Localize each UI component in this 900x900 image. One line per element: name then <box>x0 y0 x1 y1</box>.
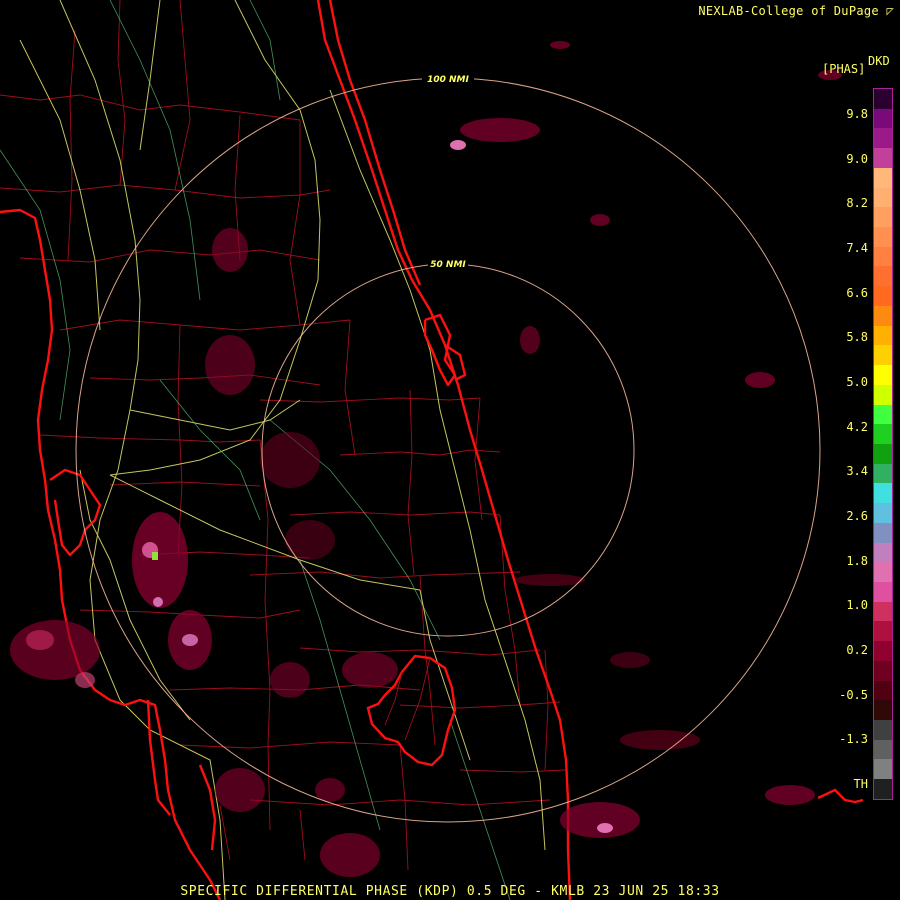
color-scale-segment <box>874 325 892 346</box>
color-scale-segment <box>874 700 892 720</box>
color-scale-segment <box>874 562 892 582</box>
color-scale-segment <box>874 404 892 425</box>
credit-text: NEXLAB-College of DuPage <box>698 4 879 18</box>
color-scale-segment <box>874 108 892 129</box>
color-scale-tick: 2.6 <box>846 509 868 523</box>
color-scale-segment <box>874 739 892 760</box>
legend-header: [PHAS] DKD <box>822 54 900 84</box>
color-scale-ticks: 9.8 9.0 8.2 7.4 6.6 5.8 5.0 4.2 3.4 2.6 1.8 1.0 0.2 -… <box>822 88 868 800</box>
color-scale-segment <box>874 463 892 484</box>
color-scale-segment <box>874 345 892 366</box>
color-scale-segment <box>874 148 892 168</box>
color-scale-tick: 1.8 <box>846 553 868 568</box>
color-scale-segment <box>874 601 892 622</box>
color-scale-tick: 6.6 <box>846 285 868 300</box>
color-scale-segment <box>874 759 892 780</box>
color-scale-segment <box>874 680 892 701</box>
nexlab-logo-icon: ◸ <box>886 4 894 18</box>
legend-code: DKD <box>868 54 890 68</box>
color-scale-segment <box>874 207 892 228</box>
color-scale-segment <box>874 581 892 602</box>
color-scale-tick: 4.2 <box>846 419 868 434</box>
color-scale-segment <box>874 384 892 405</box>
legend-unit: [PHAS] <box>822 62 866 76</box>
color-scale-segment <box>874 424 892 444</box>
range-ring-100-label: 100 NMI <box>427 75 469 85</box>
color-scale-tick: 3.4 <box>846 464 868 479</box>
color-scale-segment <box>874 187 892 208</box>
credit-label: NEXLAB-College of DuPage ◸ <box>698 4 894 18</box>
color-scale-segment <box>874 542 892 563</box>
color-scale-tick: 7.4 <box>846 241 868 255</box>
color-scale-segment <box>874 128 892 149</box>
color-scale-tick: 5.0 <box>846 375 868 389</box>
color-scale-tick: 1.0 <box>846 598 868 613</box>
color-scale-tick: -1.3 <box>839 732 868 747</box>
color-scale-segment <box>874 779 892 799</box>
color-scale-segment <box>874 483 892 504</box>
color-scale-segment <box>874 660 892 681</box>
color-scale-tick: 9.0 <box>846 151 868 166</box>
color-scale-segment <box>874 305 892 326</box>
color-scale-segment <box>874 286 892 306</box>
color-scale-tick: TH <box>853 777 868 791</box>
color-scale-segment <box>874 246 892 267</box>
color-scale-segment <box>874 443 892 464</box>
color-scale-segment <box>874 621 892 642</box>
color-scale-segment <box>874 503 892 523</box>
color-scale-segment <box>874 89 892 109</box>
color-scale-tick: 9.8 <box>846 107 868 121</box>
color-scale-tick: 0.2 <box>846 643 868 657</box>
color-scale-tick: 5.8 <box>846 330 868 345</box>
color-scale-segment <box>874 365 892 385</box>
color-scale-segment <box>874 266 892 287</box>
color-scale-segment <box>874 167 892 188</box>
color-scale-segment <box>874 720 892 740</box>
color-scale-segment <box>874 227 892 247</box>
color-scale-segment <box>874 522 892 543</box>
radar-map: 100 NMI 50 NMI <box>0 0 900 900</box>
product-footer: SPECIFIC DIFFERENTIAL PHASE (KDP) 0.5 DE… <box>180 884 720 899</box>
color-scale-bar <box>873 88 893 800</box>
color-scale-tick: 8.2 <box>846 196 868 211</box>
color-scale-tick: -0.5 <box>839 687 868 702</box>
range-ring-50-label: 50 NMI <box>430 260 466 270</box>
color-scale-segment <box>874 641 892 661</box>
